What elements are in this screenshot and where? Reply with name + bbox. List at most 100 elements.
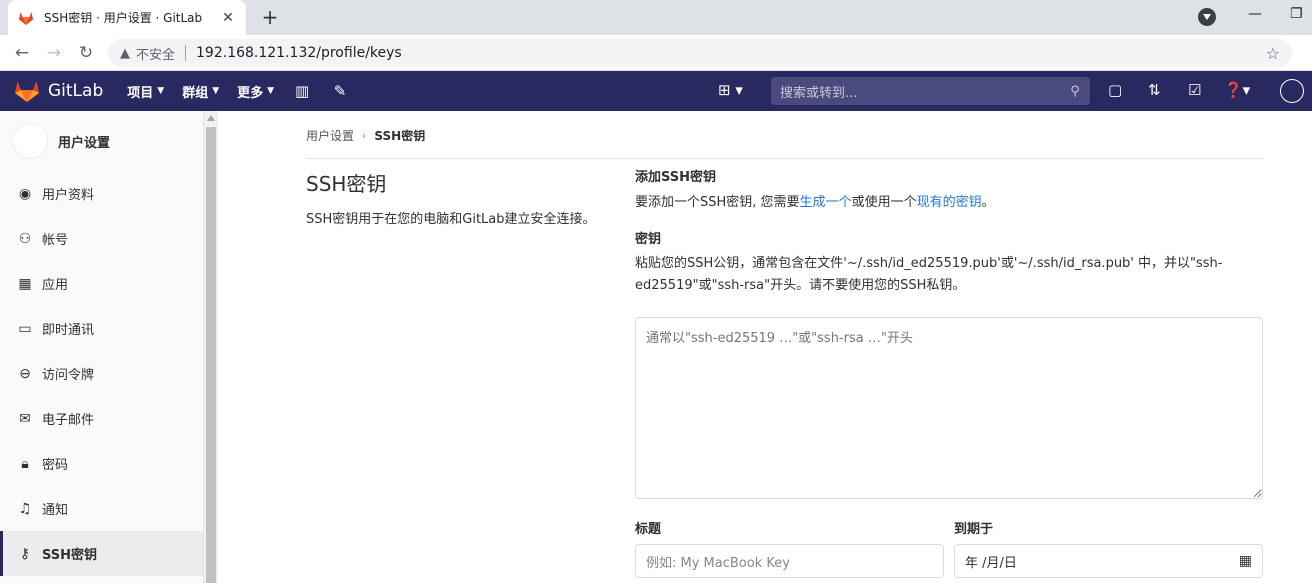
- scrollbar-thumb[interactable]: [206, 127, 216, 583]
- issues-icon[interactable]: ▢: [1108, 81, 1122, 99]
- search-icon[interactable]: ⚲: [1060, 84, 1090, 99]
- restore-icon[interactable]: ❐: [1290, 6, 1303, 22]
- sidebar-item-label: SSH密钥: [42, 548, 98, 563]
- profile-icon: ◉: [18, 185, 32, 202]
- gitlab-navbar: GitLab 项目 ▼ 群组 ▼ 更多 ▼ ▥ ✎ ⊞ ▾ 搜索或转到... ⚲ ▢ …: [0, 71, 1312, 111]
- divider: [306, 158, 1264, 159]
- key-help-text: 粘贴您的SSH公钥，通常包含在文件'~/.ssh/id_ed25519.pub'…: [635, 256, 1223, 293]
- sidebar-item-notifications[interactable]: ♫ 通知: [0, 486, 203, 531]
- title-placeholder: 例如: My MacBook Key: [646, 555, 790, 571]
- chevron-down-icon: ▼: [212, 86, 220, 96]
- nav-more-menu[interactable]: 更多 ▼: [237, 82, 274, 101]
- key-label: 密钥: [635, 232, 662, 247]
- sidebar-item-access-tokens[interactable]: ⊖ 访问令牌: [0, 351, 203, 396]
- new-item-plus-icon[interactable]: ⊞ ▾: [718, 81, 743, 99]
- minimize-icon[interactable]: —: [1248, 6, 1262, 22]
- sidebar-item-label: 帐号: [42, 233, 69, 248]
- tab-title: SSH密钥 · 用户设置 · GitLab: [44, 11, 203, 25]
- expires-label: 到期于: [954, 522, 994, 537]
- address-bar[interactable]: ▲ 不安全 192.168.121.132/profile/keys ☆: [108, 39, 1292, 67]
- expires-value: 年 /月/日: [965, 555, 1017, 571]
- admin-wrench-icon[interactable]: ✎: [330, 82, 350, 100]
- merge-requests-icon[interactable]: ⇅: [1148, 81, 1161, 99]
- close-tab-icon[interactable]: ✕: [220, 10, 236, 26]
- title-input[interactable]: 例如: My MacBook Key: [635, 544, 944, 578]
- sidebar-item-chat[interactable]: ▭ 即时通讯: [0, 306, 203, 351]
- section-info: SSH密钥 SSH密钥用于在您的电脑和GitLab建立安全连接。: [306, 168, 596, 230]
- sidebar-item-account[interactable]: ⚇ 帐号: [0, 216, 203, 261]
- sidebar-item-label: 用户资料: [42, 188, 95, 203]
- sidebar-item-applications[interactable]: ▦ 应用: [0, 261, 203, 306]
- browser-toolbar: ← → ↻ ▲ 不安全 192.168.121.132/profile/keys…: [0, 35, 1312, 71]
- forward-icon[interactable]: →: [42, 41, 66, 65]
- search-placeholder: 搜索或转到...: [780, 85, 858, 101]
- expires-date-input[interactable]: 年 /月/日 ▦: [954, 544, 1263, 578]
- nav-groups-menu[interactable]: 群组 ▼: [182, 82, 219, 101]
- search-box[interactable]: 搜索或转到... ⚲: [771, 77, 1090, 105]
- back-icon[interactable]: ←: [10, 41, 34, 65]
- key-icon: ⚷: [19, 545, 31, 562]
- browser-tabstrip: SSH密钥 · 用户设置 · GitLab ✕ + — ❐: [0, 0, 1312, 35]
- warning-icon[interactable]: ▲: [120, 46, 130, 61]
- sidebar-title: 用户设置: [58, 135, 111, 151]
- breadcrumb-parent[interactable]: 用户设置: [306, 127, 354, 144]
- sidebar-item-password[interactable]: 🔒︎ 密码: [0, 441, 203, 486]
- sidebar-item-label: 通知: [42, 503, 69, 518]
- intro-suffix: 。: [981, 195, 995, 210]
- nav-groups-label: 群组: [182, 85, 209, 101]
- existing-key-link[interactable]: 现有的密钥: [917, 195, 982, 210]
- chat-icon: ▭: [18, 320, 32, 337]
- sidebar-scrollbar[interactable]: [204, 111, 218, 583]
- activity-chart-icon[interactable]: ▥: [292, 82, 312, 100]
- chevron-down-icon: ▼: [267, 86, 275, 96]
- security-label[interactable]: 不安全: [136, 44, 175, 63]
- nav-projects-label: 项目: [127, 85, 154, 101]
- bell-icon: ♫: [18, 500, 32, 517]
- sidebar-item-profile[interactable]: ◉ 用户资料: [0, 171, 203, 216]
- new-tab-button[interactable]: +: [258, 5, 282, 29]
- email-icon: ✉: [19, 410, 31, 427]
- account-icon: ⚇: [18, 230, 32, 247]
- gitlab-wordmark: GitLab: [48, 81, 104, 101]
- lock-icon: 🔒︎: [21, 455, 29, 472]
- bookmark-star-icon[interactable]: ☆: [1266, 44, 1280, 63]
- sidebar-item-ssh-keys[interactable]: ⚷ SSH密钥: [0, 531, 203, 576]
- address-divider: [185, 45, 187, 61]
- scroll-up-icon[interactable]: [207, 115, 215, 121]
- intro-middle: 或使用一个: [851, 195, 917, 210]
- page-title: SSH密钥: [306, 172, 387, 196]
- token-icon: ⊖: [19, 365, 31, 382]
- sidebar-item-emails[interactable]: ✉ 电子邮件: [0, 396, 203, 441]
- calendar-icon[interactable]: ▦: [1239, 553, 1252, 569]
- section-description: SSH密钥用于在您的电脑和GitLab建立安全连接。: [306, 212, 596, 227]
- sidebar-item-label: 电子邮件: [42, 413, 95, 428]
- chevron-down-icon: ▼: [157, 86, 165, 96]
- url-text[interactable]: 192.168.121.132/profile/keys: [196, 45, 402, 61]
- browser-tab[interactable]: SSH密钥 · 用户设置 · GitLab ✕: [8, 0, 246, 35]
- breadcrumb-current[interactable]: SSH密钥: [374, 127, 425, 144]
- sidebar-item-label: 即时通讯: [42, 323, 95, 338]
- nav-projects-menu[interactable]: 项目 ▼: [127, 82, 164, 101]
- sidebar-header[interactable]: 用户设置: [0, 111, 203, 171]
- add-key-form: 添加SSH密钥 要添加一个SSH密钥, 您需要生成一个或使用一个现有的密钥。 密…: [635, 166, 1263, 297]
- user-avatar[interactable]: [1280, 79, 1304, 103]
- gitlab-logo[interactable]: GitLab: [14, 79, 103, 103]
- todos-icon[interactable]: ☑: [1188, 81, 1201, 99]
- sidebar-item-label: 访问令牌: [42, 368, 95, 383]
- add-key-heading: 添加SSH密钥: [635, 170, 717, 185]
- sidebar-item-label: 密码: [42, 458, 69, 473]
- breadcrumb: 用户设置 › SSH密钥: [306, 127, 425, 144]
- gitlab-tanuki-icon: [15, 81, 39, 102]
- gitlab-favicon-icon: [19, 11, 33, 25]
- reload-icon[interactable]: ↻: [74, 41, 98, 65]
- nav-more-label: 更多: [237, 85, 264, 101]
- sidebar-item-label: 应用: [42, 278, 69, 293]
- help-icon[interactable]: ❓▾: [1224, 81, 1250, 99]
- chevron-right-icon: ›: [362, 129, 367, 142]
- settings-sidebar: 用户设置 ◉ 用户资料 ⚇ 帐号 ▦ 应用 ▭ 即时通讯 ⊖ 访问令牌 ✉ 电子邮件 🔒︎ 密…: [0, 111, 204, 583]
- title-label: 标题: [635, 522, 662, 537]
- generate-key-link[interactable]: 生成一个: [800, 195, 852, 210]
- applications-icon: ▦: [18, 275, 32, 292]
- key-textarea[interactable]: [635, 317, 1263, 499]
- download-icon[interactable]: [1198, 8, 1216, 26]
